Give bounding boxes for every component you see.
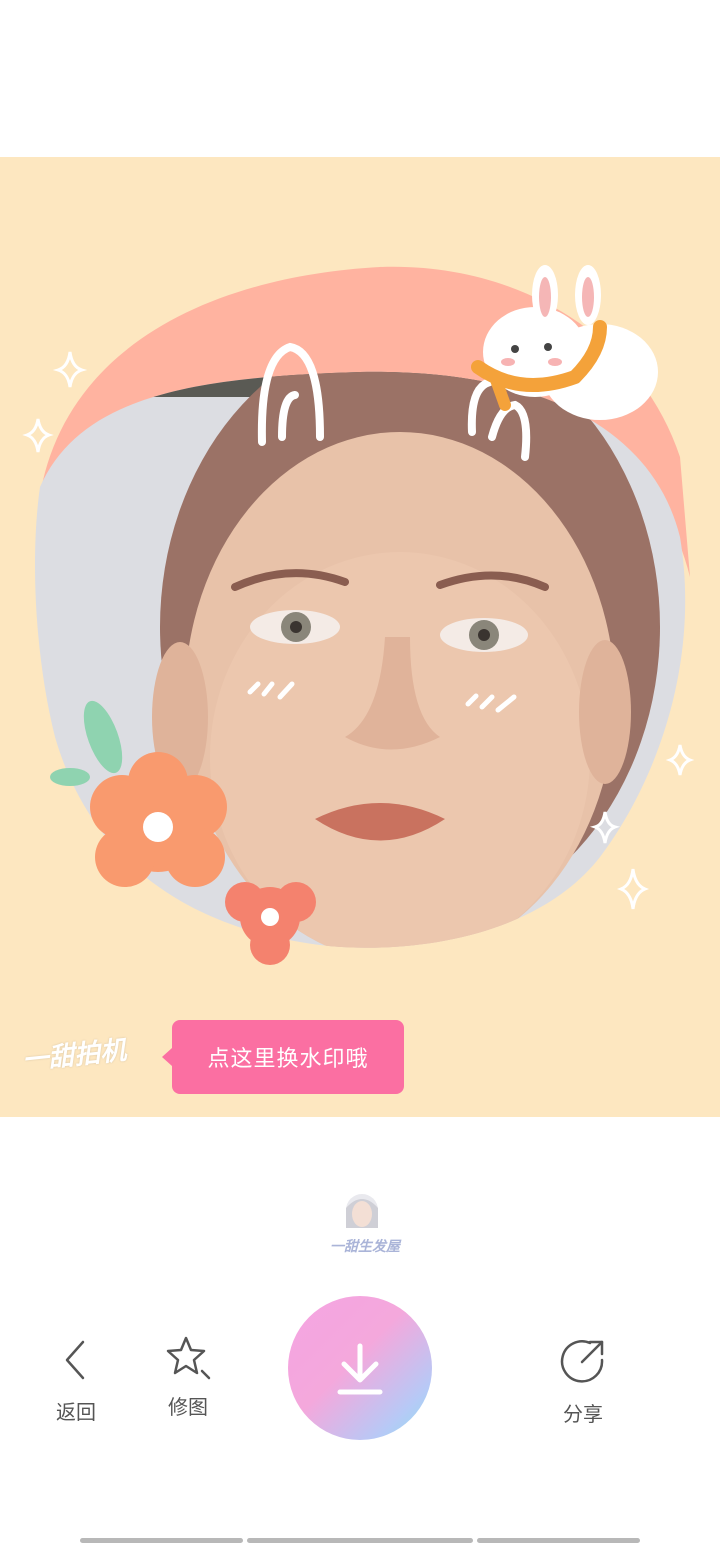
change-watermark-tooltip[interactable]: 点这里换水印哦 [162, 1020, 404, 1094]
save-download-button[interactable] [288, 1296, 432, 1440]
back-label: 返回 [56, 1402, 96, 1424]
share-label: 分享 [563, 1404, 603, 1426]
nav-indicator-center [247, 1538, 473, 1543]
photo-frame [22, 265, 695, 965]
star-edit-icon [166, 1336, 211, 1380]
thumbnail-preview[interactable]: 一甜生发屋 [320, 1186, 400, 1260]
download-icon [337, 1343, 383, 1395]
share-icon [560, 1340, 604, 1383]
top-bar [0, 0, 720, 157]
edit-button[interactable]: 修图 [160, 1333, 216, 1420]
chevron-left-icon [65, 1340, 85, 1380]
share-button[interactable]: 分享 [555, 1338, 611, 1427]
nav-indicator-left [80, 1538, 243, 1543]
thumbnail-caption: 一甜生发屋 [330, 1238, 400, 1254]
edit-label: 修图 [168, 1397, 208, 1419]
tooltip-text: 点这里换水印哦 [207, 1046, 369, 1071]
nav-indicator-right [477, 1538, 640, 1543]
back-button[interactable]: 返回 [50, 1338, 102, 1425]
photo-canvas: 一甜拍机 点这里换水印哦 [0, 157, 720, 1117]
